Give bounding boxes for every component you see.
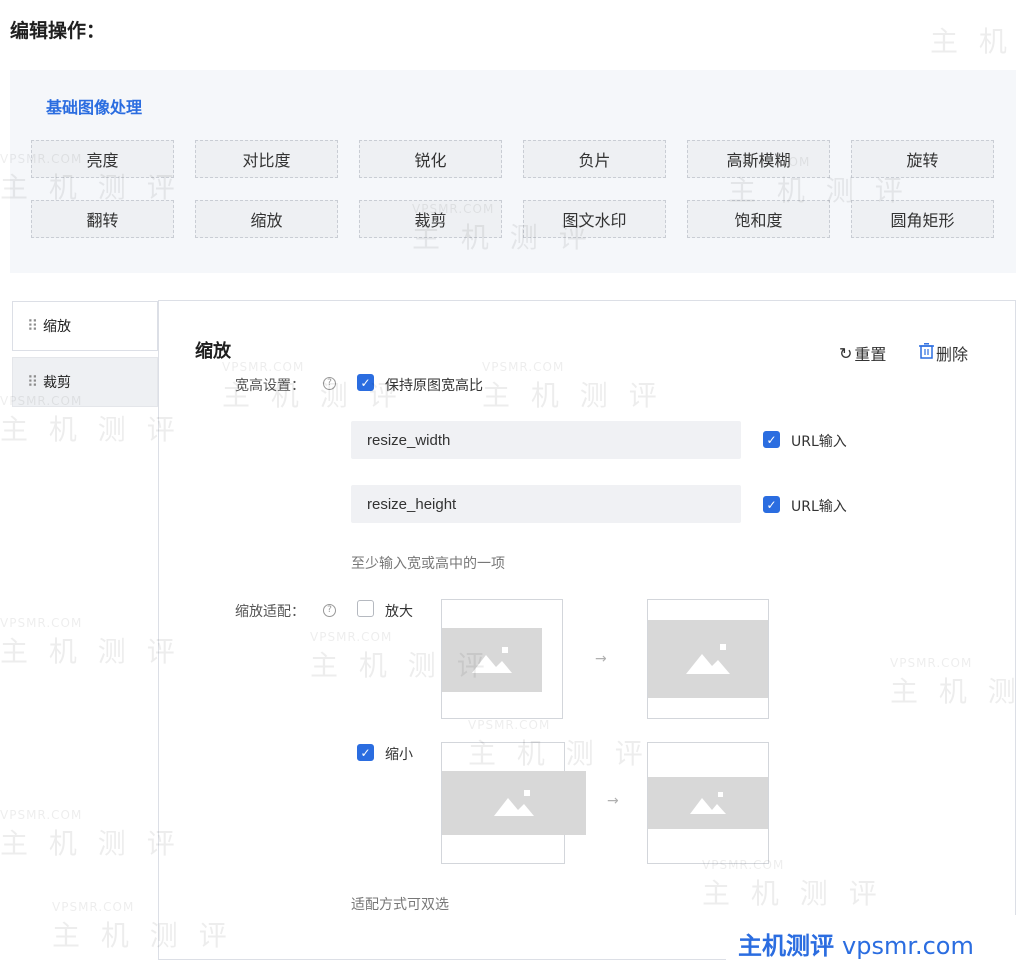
op-button-flip[interactable]: 翻转 (31, 200, 174, 238)
size-hint: 至少输入宽或高中的一项 (351, 556, 505, 572)
sidebar-item-resize[interactable]: ⠿ 缩放 (12, 301, 158, 351)
reset-label: 重置 (854, 345, 887, 364)
section-title: 编辑操作： (10, 20, 106, 42)
shrink-before-frame (441, 742, 586, 864)
op-button-rotate[interactable]: 旋转 (851, 140, 994, 178)
height-url-label: URL输入 (791, 499, 847, 515)
operations-heading: 基础图像处理 (46, 98, 143, 117)
operations-grid: 亮度 对比度 锐化 负片 高斯模糊 旋转 翻转 缩放 裁剪 图文水印 饱和度 圆… (31, 140, 994, 238)
operations-panel: 基础图像处理 亮度 对比度 锐化 负片 高斯模糊 旋转 翻转 缩放 裁剪 图文水… (10, 70, 1016, 273)
keep-ratio-label: 保持原图宽高比 (385, 378, 483, 394)
image-placeholder-icon (648, 777, 768, 829)
enlarge-before-frame (441, 599, 563, 719)
fit-hint: 适配方式可双选 (351, 897, 449, 913)
sidebar-item-label: 裁剪 (43, 375, 71, 391)
shrink-label: 缩小 (385, 747, 413, 763)
op-button-resize[interactable]: 缩放 (195, 200, 338, 238)
op-button-negative[interactable]: 负片 (523, 140, 666, 178)
drag-handle-icon[interactable]: ⠿ (27, 373, 38, 391)
watermark: VPSMR.COM主 机 测 评 (0, 616, 181, 668)
brand-logo: 主机测评 vpsmr.com (738, 932, 974, 960)
editor-title: 缩放 (195, 341, 231, 362)
arrow-right-icon: → (607, 793, 619, 809)
editor-panel: 缩放 ↻ 重置 删除 宽高设置： ? ✓ 保持原图宽高比 ✓ URL输入 ✓ U… (158, 300, 1016, 960)
op-button-rounded-rect[interactable]: 圆角矩形 (851, 200, 994, 238)
delete-button[interactable]: 删除 (919, 341, 968, 365)
reset-button[interactable]: ↻ 重置 (839, 341, 886, 365)
width-url-label: URL输入 (791, 434, 847, 450)
enlarge-label: 放大 (385, 604, 413, 620)
image-placeholder-icon (442, 771, 586, 835)
shrink-checkbox[interactable]: ✓ (357, 744, 374, 761)
op-button-gaussian-blur[interactable]: 高斯模糊 (687, 140, 830, 178)
height-url-checkbox[interactable]: ✓ (763, 496, 780, 513)
shrink-after-frame (647, 742, 769, 864)
arrow-right-icon: → (595, 651, 607, 667)
enlarge-after-frame (647, 599, 769, 719)
help-icon[interactable]: ? (323, 604, 336, 617)
fit-setting-label: 缩放适配： (235, 604, 305, 620)
watermark: VPSMR.COM主 机 测 评 (0, 808, 181, 860)
width-url-checkbox[interactable]: ✓ (763, 431, 780, 448)
size-setting-label: 宽高设置： (235, 378, 305, 394)
help-icon[interactable]: ? (323, 377, 336, 390)
trash-icon (919, 343, 934, 363)
sidebar-item-crop[interactable]: ⠿ 裁剪 (12, 357, 158, 407)
sidebar-item-label: 缩放 (43, 319, 71, 335)
image-placeholder-icon (648, 620, 768, 698)
op-button-contrast[interactable]: 对比度 (195, 140, 338, 178)
drag-handle-icon[interactable]: ⠿ (27, 317, 38, 335)
watermark: 主 机 测 评 (930, 25, 1024, 58)
delete-label: 删除 (936, 345, 969, 364)
keep-ratio-checkbox[interactable]: ✓ (357, 374, 374, 391)
resize-height-input[interactable] (351, 485, 741, 523)
refresh-icon: ↻ (839, 343, 853, 363)
op-button-crop[interactable]: 裁剪 (359, 200, 502, 238)
op-button-sharpen[interactable]: 锐化 (359, 140, 502, 178)
resize-width-input[interactable] (351, 421, 741, 459)
op-button-text-watermark[interactable]: 图文水印 (523, 200, 666, 238)
enlarge-checkbox[interactable] (357, 600, 374, 617)
op-button-brightness[interactable]: 亮度 (31, 140, 174, 178)
image-placeholder-icon (442, 628, 542, 692)
op-button-saturation[interactable]: 饱和度 (687, 200, 830, 238)
